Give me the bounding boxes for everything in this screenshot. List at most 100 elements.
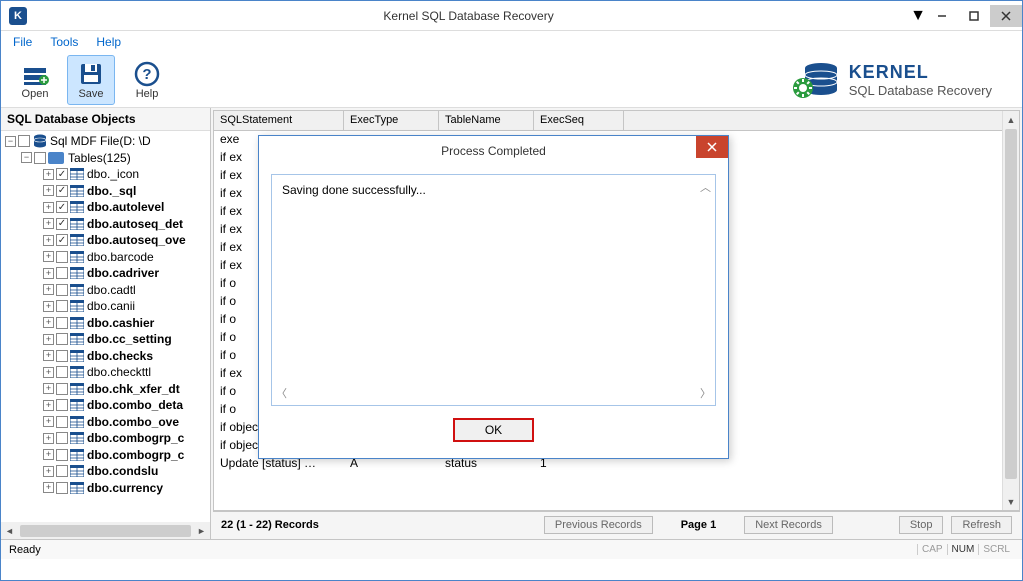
tree-table-item[interactable]: + dbo.barcode <box>3 249 210 266</box>
scroll-right-icon[interactable]: 〉 <box>700 385 711 401</box>
tree-label: dbo.autoseq_ove <box>87 233 186 247</box>
column-header[interactable]: SQLStatement <box>214 111 344 131</box>
checkbox[interactable] <box>56 416 68 428</box>
scroll-down-icon[interactable]: ▼ <box>1003 493 1019 510</box>
tree-tables-folder[interactable]: − Tables(125) <box>3 150 210 167</box>
menu-help[interactable]: Help <box>96 35 121 49</box>
tree-table-item[interactable]: + dbo.checkttl <box>3 364 210 381</box>
expand-icon[interactable]: + <box>43 251 54 262</box>
menu-file[interactable]: File <box>13 35 32 49</box>
expand-icon[interactable]: + <box>43 482 54 493</box>
scroll-up-icon[interactable]: ︿ <box>700 179 711 195</box>
tree-table-item[interactable]: + dbo.cc_setting <box>3 331 210 348</box>
checkbox[interactable] <box>56 267 68 279</box>
tree-table-item[interactable]: + dbo.combogrp_c <box>3 430 210 447</box>
expand-icon[interactable]: + <box>43 367 54 378</box>
maximize-button[interactable] <box>958 5 990 27</box>
expand-icon[interactable]: + <box>43 235 54 246</box>
checkbox[interactable] <box>56 482 68 494</box>
expand-icon[interactable]: + <box>43 466 54 477</box>
checkbox[interactable]: ✓ <box>56 168 68 180</box>
tree-table-item[interactable]: + ✓ dbo.autoseq_ove <box>3 232 210 249</box>
scroll-right-icon[interactable]: ► <box>193 526 210 536</box>
scroll-left-icon[interactable]: 〈 <box>276 385 287 401</box>
expand-icon[interactable]: + <box>43 284 54 295</box>
scroll-up-icon[interactable]: ▲ <box>1003 111 1019 128</box>
tree-table-item[interactable]: + ✓ dbo._icon <box>3 166 210 183</box>
expand-icon[interactable]: + <box>43 218 54 229</box>
expand-icon[interactable]: + <box>43 350 54 361</box>
expand-icon[interactable]: + <box>43 416 54 427</box>
checkbox[interactable]: ✓ <box>56 218 68 230</box>
save-label: Save <box>78 88 103 100</box>
checkbox[interactable] <box>56 383 68 395</box>
checkbox[interactable] <box>56 366 68 378</box>
tree-table-item[interactable]: + dbo.chk_xfer_dt <box>3 381 210 398</box>
open-button[interactable]: Open <box>11 55 59 105</box>
tree-table-item[interactable]: + ✓ dbo.autolevel <box>3 199 210 216</box>
column-header[interactable]: ExecType <box>344 111 439 131</box>
tree-table-item[interactable]: + dbo.condslu <box>3 463 210 480</box>
expand-icon[interactable]: + <box>43 400 54 411</box>
ok-button[interactable]: OK <box>453 418 534 442</box>
menu-tools[interactable]: Tools <box>50 35 78 49</box>
checkbox[interactable]: ✓ <box>56 201 68 213</box>
expand-icon[interactable]: + <box>43 268 54 279</box>
expand-icon[interactable]: + <box>43 449 54 460</box>
expand-icon[interactable]: + <box>43 185 54 196</box>
stop-button[interactable]: Stop <box>899 516 944 534</box>
expand-icon[interactable]: + <box>43 334 54 345</box>
checkbox[interactable] <box>56 449 68 461</box>
close-button[interactable] <box>990 5 1022 27</box>
collapse-icon[interactable]: − <box>5 136 16 147</box>
checkbox[interactable] <box>56 300 68 312</box>
checkbox[interactable] <box>34 152 46 164</box>
tree-table-item[interactable]: + dbo.canii <box>3 298 210 315</box>
tree-label: dbo.cashier <box>87 316 154 330</box>
tree-table-item[interactable]: + dbo.combo_ove <box>3 414 210 431</box>
tree-table-item[interactable]: + dbo.checks <box>3 348 210 365</box>
checkbox[interactable] <box>56 432 68 444</box>
content-scrollbar[interactable]: ▲ ▼ <box>1002 111 1019 510</box>
tree-table-item[interactable]: + dbo.combo_deta <box>3 397 210 414</box>
expand-icon[interactable]: + <box>43 317 54 328</box>
tree[interactable]: − Sql MDF File(D: \D − Tables(125) + ✓ d… <box>1 131 210 522</box>
checkbox[interactable] <box>56 350 68 362</box>
checkbox[interactable]: ✓ <box>56 234 68 246</box>
expand-icon[interactable]: + <box>43 433 54 444</box>
expand-icon[interactable]: + <box>43 383 54 394</box>
column-header[interactable]: ExecSeq <box>534 111 624 131</box>
tree-table-item[interactable]: + ✓ dbo._sql <box>3 183 210 200</box>
save-button[interactable]: Save <box>67 55 115 105</box>
help-button[interactable]: ? Help <box>123 55 171 105</box>
checkbox[interactable] <box>56 333 68 345</box>
checkbox[interactable] <box>18 135 30 147</box>
next-records-button[interactable]: Next Records <box>744 516 833 534</box>
refresh-button[interactable]: Refresh <box>951 516 1012 534</box>
expand-icon[interactable]: + <box>43 169 54 180</box>
tree-table-item[interactable]: + dbo.cadriver <box>3 265 210 282</box>
tree-root[interactable]: − Sql MDF File(D: \D <box>3 133 210 150</box>
previous-records-button[interactable]: Previous Records <box>544 516 653 534</box>
tree-table-item[interactable]: + dbo.combogrp_c <box>3 447 210 464</box>
table-icon <box>70 350 84 362</box>
tree-table-item[interactable]: + ✓ dbo.autoseq_det <box>3 216 210 233</box>
sidebar-scrollbar[interactable]: ◄ ► <box>1 522 210 539</box>
statusbar: Ready CAP NUM SCRL <box>1 539 1022 559</box>
expand-icon[interactable]: + <box>43 202 54 213</box>
checkbox[interactable] <box>56 284 68 296</box>
column-header[interactable]: TableName <box>439 111 534 131</box>
checkbox[interactable] <box>56 317 68 329</box>
collapse-icon[interactable]: − <box>21 152 32 163</box>
expand-icon[interactable]: + <box>43 301 54 312</box>
dialog-close-button[interactable] <box>696 136 728 158</box>
tree-table-item[interactable]: + dbo.currency <box>3 480 210 497</box>
minimize-button[interactable] <box>926 5 958 27</box>
checkbox[interactable] <box>56 465 68 477</box>
tree-table-item[interactable]: + dbo.cadtl <box>3 282 210 299</box>
tree-table-item[interactable]: + dbo.cashier <box>3 315 210 332</box>
checkbox[interactable]: ✓ <box>56 185 68 197</box>
scroll-left-icon[interactable]: ◄ <box>1 526 18 536</box>
checkbox[interactable] <box>56 399 68 411</box>
checkbox[interactable] <box>56 251 68 263</box>
